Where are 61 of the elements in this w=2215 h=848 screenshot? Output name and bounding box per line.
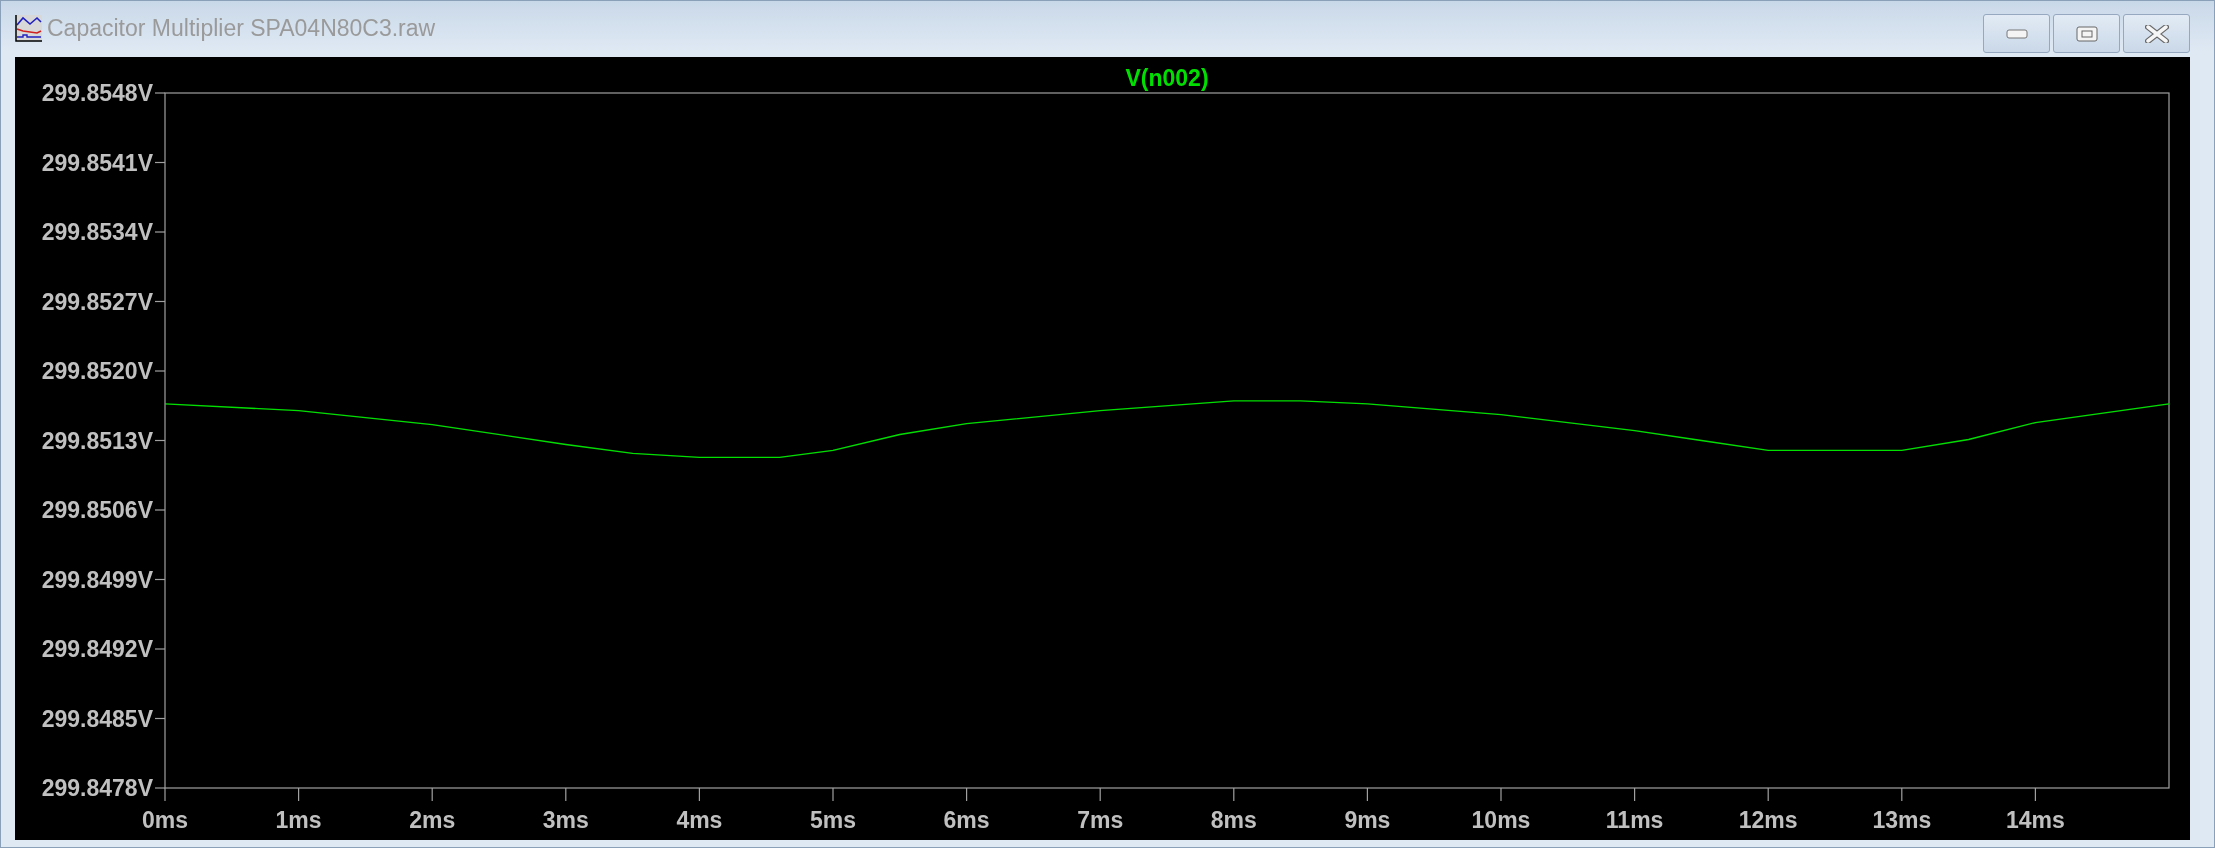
y-tick [154, 578, 166, 581]
x-tick [1500, 787, 1502, 802]
x-tick-label: 11ms [1605, 807, 1664, 833]
y-tick [154, 787, 166, 789]
y-tick [154, 509, 166, 511]
x-tick-label: 6ms [943, 807, 990, 833]
x-tick-label: 12ms [1738, 807, 1798, 833]
y-tick-label: 299.8541V [41, 149, 153, 176]
x-tick-label: 13ms [1872, 807, 1932, 833]
x-tick [698, 787, 700, 802]
y-tick [154, 161, 166, 164]
x-tick [1634, 787, 1636, 802]
x-tick-label: 10ms [1471, 807, 1531, 833]
x-tick [2034, 787, 2036, 802]
maximize-icon [2075, 25, 2098, 42]
x-tick [298, 787, 300, 802]
y-tick [154, 439, 166, 442]
trace-label[interactable]: V(n002) [1125, 65, 1209, 91]
x-tick-label: 14ms [2006, 807, 2065, 833]
x-tick-label: 2ms [409, 807, 456, 833]
x-tick [1233, 787, 1235, 802]
x-tick-label: 0ms [142, 807, 188, 833]
y-tick-label: 299.8513V [41, 427, 153, 454]
x-tick [1901, 787, 1903, 802]
y-tick-label: 299.8548V [41, 80, 153, 106]
x-tick-label: 9ms [1344, 807, 1391, 833]
close-button[interactable] [2123, 14, 2190, 53]
waveform-app-icon [13, 13, 43, 43]
y-tick [154, 648, 166, 650]
close-icon [2144, 24, 2169, 43]
minimize-icon [2005, 28, 2028, 39]
x-tick-label: 1ms [275, 807, 322, 833]
x-tick-label: 5ms [810, 807, 856, 833]
y-tick-label: 299.8478V [41, 775, 153, 801]
minimize-button[interactable] [1983, 14, 2050, 53]
x-tick [1767, 787, 1769, 802]
y-tick-label: 299.8520V [41, 358, 153, 384]
x-tick [966, 787, 968, 802]
y-tick-label: 299.8534V [41, 219, 153, 245]
x-tick-label: 7ms [1077, 807, 1124, 833]
y-tick-label: 299.8485V [41, 705, 153, 732]
window-title: Capacitor Multiplier SPA04N80C3.raw [47, 14, 437, 42]
y-tick [154, 370, 166, 372]
x-tick-label: 8ms [1210, 807, 1257, 833]
y-tick [154, 92, 166, 94]
maximize-button[interactable] [2053, 14, 2120, 53]
y-tick [154, 717, 166, 720]
x-tick [1366, 787, 1368, 802]
x-tick-label: 3ms [542, 807, 589, 833]
y-tick [154, 231, 166, 233]
y-tick [154, 300, 166, 303]
x-tick [431, 787, 433, 802]
y-tick-label: 299.8506V [41, 497, 153, 523]
x-tick [565, 787, 567, 802]
x-tick [832, 787, 834, 802]
y-tick-label: 299.8527V [41, 288, 153, 315]
x-tick-label: 4ms [676, 807, 723, 833]
y-tick-label: 299.8499V [41, 566, 153, 593]
y-tick-label: 299.8492V [41, 636, 153, 662]
x-tick [164, 787, 166, 802]
x-tick [1099, 787, 1101, 802]
